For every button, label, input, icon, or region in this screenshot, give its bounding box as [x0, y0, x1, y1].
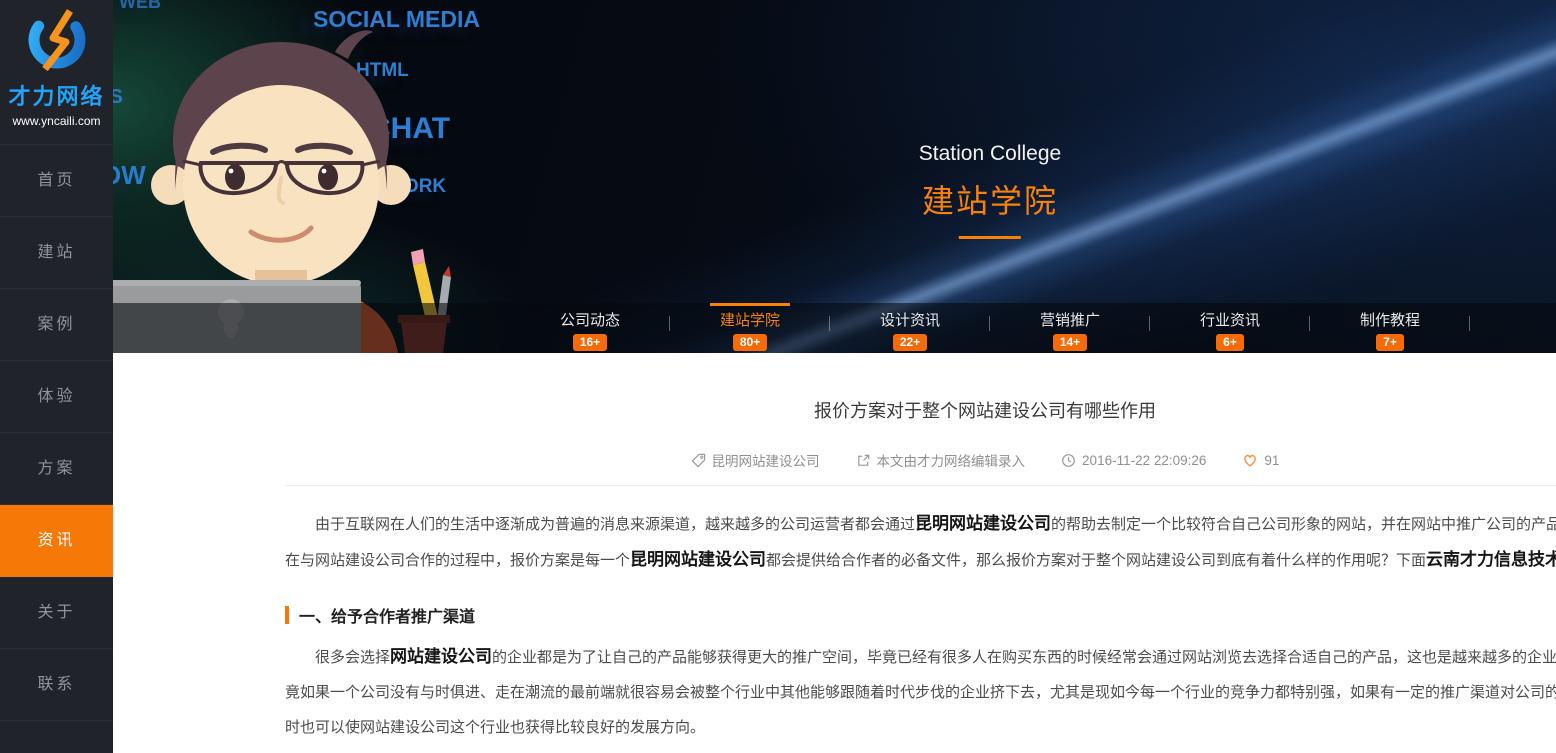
article-paragraph: 很多会选择网站建设公司的企业都是为了让自己的产品能够获得更大的推广空间，毕竟已经…	[285, 639, 1556, 745]
section-heading-text: 一、给予合作者推广渠道	[299, 603, 475, 627]
tab-industry-news[interactable]: 行业资讯 6+	[1150, 303, 1310, 353]
article-paragraph-line: 很多会选择网站建设公司的企业都是为了让自己的产品能够获得更大的推广空间，毕竟已经…	[285, 639, 1556, 675]
article-source: 本文由才力网络编辑录入	[856, 450, 1026, 470]
sidebar-item-cases[interactable]: 案例	[0, 289, 113, 361]
article-meta-row: 昆明网站建设公司 本文由才力网络编辑录入 2016-11-22 22:09:26	[285, 450, 1556, 470]
cartoon-man-illustration	[113, 0, 458, 353]
caili-logo-icon	[26, 8, 88, 72]
sidebar-item-home[interactable]: 首页	[0, 144, 113, 217]
sidebar-item-about[interactable]: 关于	[0, 577, 113, 649]
category-tab-strip: 公司动态 16+ 建站学院 80+ 设计资讯 22+ 营销推广 14+ 行业资讯…	[113, 303, 1556, 353]
external-link-icon	[856, 453, 871, 468]
article-body: 由于互联网在人们的生活中逐渐成为普遍的消息来源渠道，越来越多的公司运营者都会通过…	[285, 506, 1556, 745]
tab-count-badge: 16+	[573, 334, 607, 351]
article-datetime-text: 2016-11-22 22:09:26	[1082, 453, 1206, 468]
sidebar-item-label: 案例	[37, 316, 75, 333]
brand-logo[interactable]: 才力网络 www.yncaili.com	[0, 0, 113, 128]
article-source-text: 本文由才力网络编辑录入	[877, 450, 1026, 470]
sidebar-nav: 首页 建站 案例 体验 方案 资讯 关于 联系	[0, 144, 113, 721]
tab-company-news[interactable]: 公司动态 16+	[510, 303, 670, 353]
brand-url: www.yncaili.com	[0, 114, 113, 128]
tab-label: 营销推广	[990, 309, 1150, 330]
article-paragraph-line: 时也可以使网站建设公司这个行业也获得比较良好的发展方向。	[285, 710, 1556, 745]
tab-label: 行业资讯	[1150, 309, 1310, 330]
like-count: 91	[1264, 453, 1279, 468]
banner-heading: 建站学院	[919, 176, 1061, 222]
sidebar-item-label: 联系	[37, 676, 75, 693]
tab-count-badge: 22+	[893, 334, 927, 351]
brand-name: 才力网络	[0, 79, 113, 111]
sidebar-item-label: 方案	[37, 460, 75, 477]
heart-icon	[1242, 453, 1258, 468]
tab-count-badge: 80+	[733, 334, 767, 351]
tab-count-badge: 7+	[1376, 334, 1404, 351]
banner-underline	[959, 236, 1021, 239]
tab-count-badge: 6+	[1216, 334, 1244, 351]
tab-marketing[interactable]: 营销推广 14+	[990, 303, 1150, 353]
clock-icon	[1061, 453, 1076, 468]
sidebar-item-experience[interactable]: 体验	[0, 361, 113, 433]
sidebar-item-website[interactable]: 建站	[0, 217, 113, 289]
tab-station-college[interactable]: 建站学院 80+	[670, 303, 830, 353]
article-paragraph: 由于互联网在人们的生活中逐渐成为普遍的消息来源渠道，越来越多的公司运营者都会通过…	[285, 506, 1556, 578]
section-heading: 一、给予合作者推广渠道	[285, 603, 1556, 627]
sidebar-item-label: 关于	[37, 604, 75, 621]
tab-label: 制作教程	[1310, 309, 1470, 330]
sidebar-item-label: 建站	[37, 244, 75, 261]
tab-label: 公司动态	[510, 309, 670, 330]
article-paragraph-line: 由于互联网在人们的生活中逐渐成为普遍的消息来源渠道，越来越多的公司运营者都会通过…	[285, 506, 1556, 542]
article-paragraph-line: 在与网站建设公司合作的过程中，报价方案是每一个昆明网站建设公司都会提供给合作者的…	[285, 542, 1556, 578]
tab-count-badge: 14+	[1053, 334, 1087, 351]
tab-tutorials[interactable]: 制作教程 7+	[1310, 303, 1470, 353]
article-page: 报价方案对于整个网站建设公司有哪些作用 昆明网站建设公司 本文由才力网络编辑录入	[113, 353, 1556, 753]
sidebar-item-solutions[interactable]: 方案	[0, 433, 113, 505]
banner: SOCIAL MEDIAHTMLCHATNETWORKWEBNSOW	[113, 0, 1556, 353]
tag-icon	[691, 453, 706, 468]
like-button[interactable]: 91	[1242, 453, 1279, 468]
article-tag-text: 昆明网站建设公司	[712, 450, 820, 470]
article-title: 报价方案对于整个网站建设公司有哪些作用	[285, 397, 1556, 423]
tab-label: 设计资讯	[830, 309, 990, 330]
tab-design-news[interactable]: 设计资讯 22+	[830, 303, 990, 353]
sidebar-item-contact[interactable]: 联系	[0, 649, 113, 721]
sidebar-item-label: 资讯	[37, 532, 75, 549]
sidebar: 才力网络 www.yncaili.com 首页 建站 案例 体验 方案 资讯 关…	[0, 0, 113, 753]
banner-subtitle: Station College	[919, 142, 1061, 166]
sidebar-item-news[interactable]: 资讯	[0, 505, 113, 577]
sidebar-item-label: 首页	[37, 172, 75, 189]
article-tag-link[interactable]: 昆明网站建设公司	[691, 450, 820, 470]
sidebar-item-label: 体验	[37, 388, 75, 405]
tab-label: 建站学院	[670, 309, 830, 330]
article-paragraph-line: 竟如果一个公司没有与时俱进、走在潮流的最前端就很容易会被整个行业中其他能够跟随着…	[285, 675, 1556, 710]
section-heading-bar	[285, 606, 289, 624]
article-datetime: 2016-11-22 22:09:26	[1061, 453, 1206, 468]
meta-divider	[285, 485, 1556, 486]
banner-title-block: Station College 建站学院	[919, 142, 1061, 239]
category-tabs: 公司动态 16+ 建站学院 80+ 设计资讯 22+ 营销推广 14+ 行业资讯…	[510, 303, 1470, 353]
